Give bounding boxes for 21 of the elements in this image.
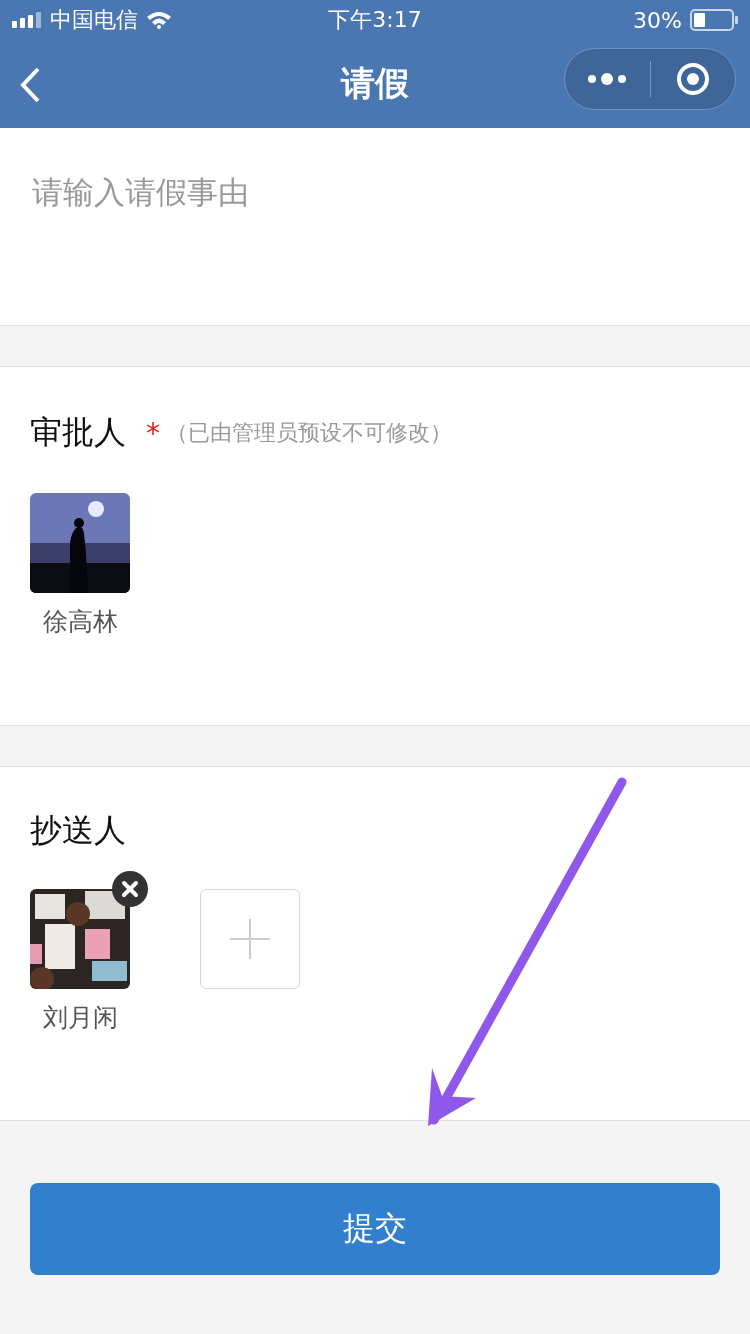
section-note: （已由管理员预设不可修改） (166, 419, 452, 447)
plus-icon (229, 918, 271, 960)
submit-button[interactable]: 提交 (30, 1183, 720, 1275)
battery-percent: 30% (633, 7, 682, 33)
target-icon (675, 62, 710, 96)
battery-icon (690, 9, 738, 31)
required-mark: * (146, 416, 160, 450)
back-icon (18, 66, 42, 104)
wifi-icon (146, 11, 172, 29)
more-icon (587, 72, 628, 86)
carrier-name: 中国电信 (50, 6, 138, 34)
close-icon (121, 880, 139, 898)
person-name: 徐高林 (42, 606, 118, 638)
person-name: 刘月闲 (42, 1002, 118, 1034)
remove-button[interactable] (112, 871, 148, 907)
status-time: 下午3:17 (328, 6, 422, 34)
page-title: 请假 (341, 62, 409, 105)
section-label: 抄送人 (30, 810, 126, 851)
reason-field[interactable]: 请输入请假事由 (0, 128, 750, 326)
section-label: 审批人 (30, 412, 126, 453)
signal-icon (12, 12, 42, 28)
